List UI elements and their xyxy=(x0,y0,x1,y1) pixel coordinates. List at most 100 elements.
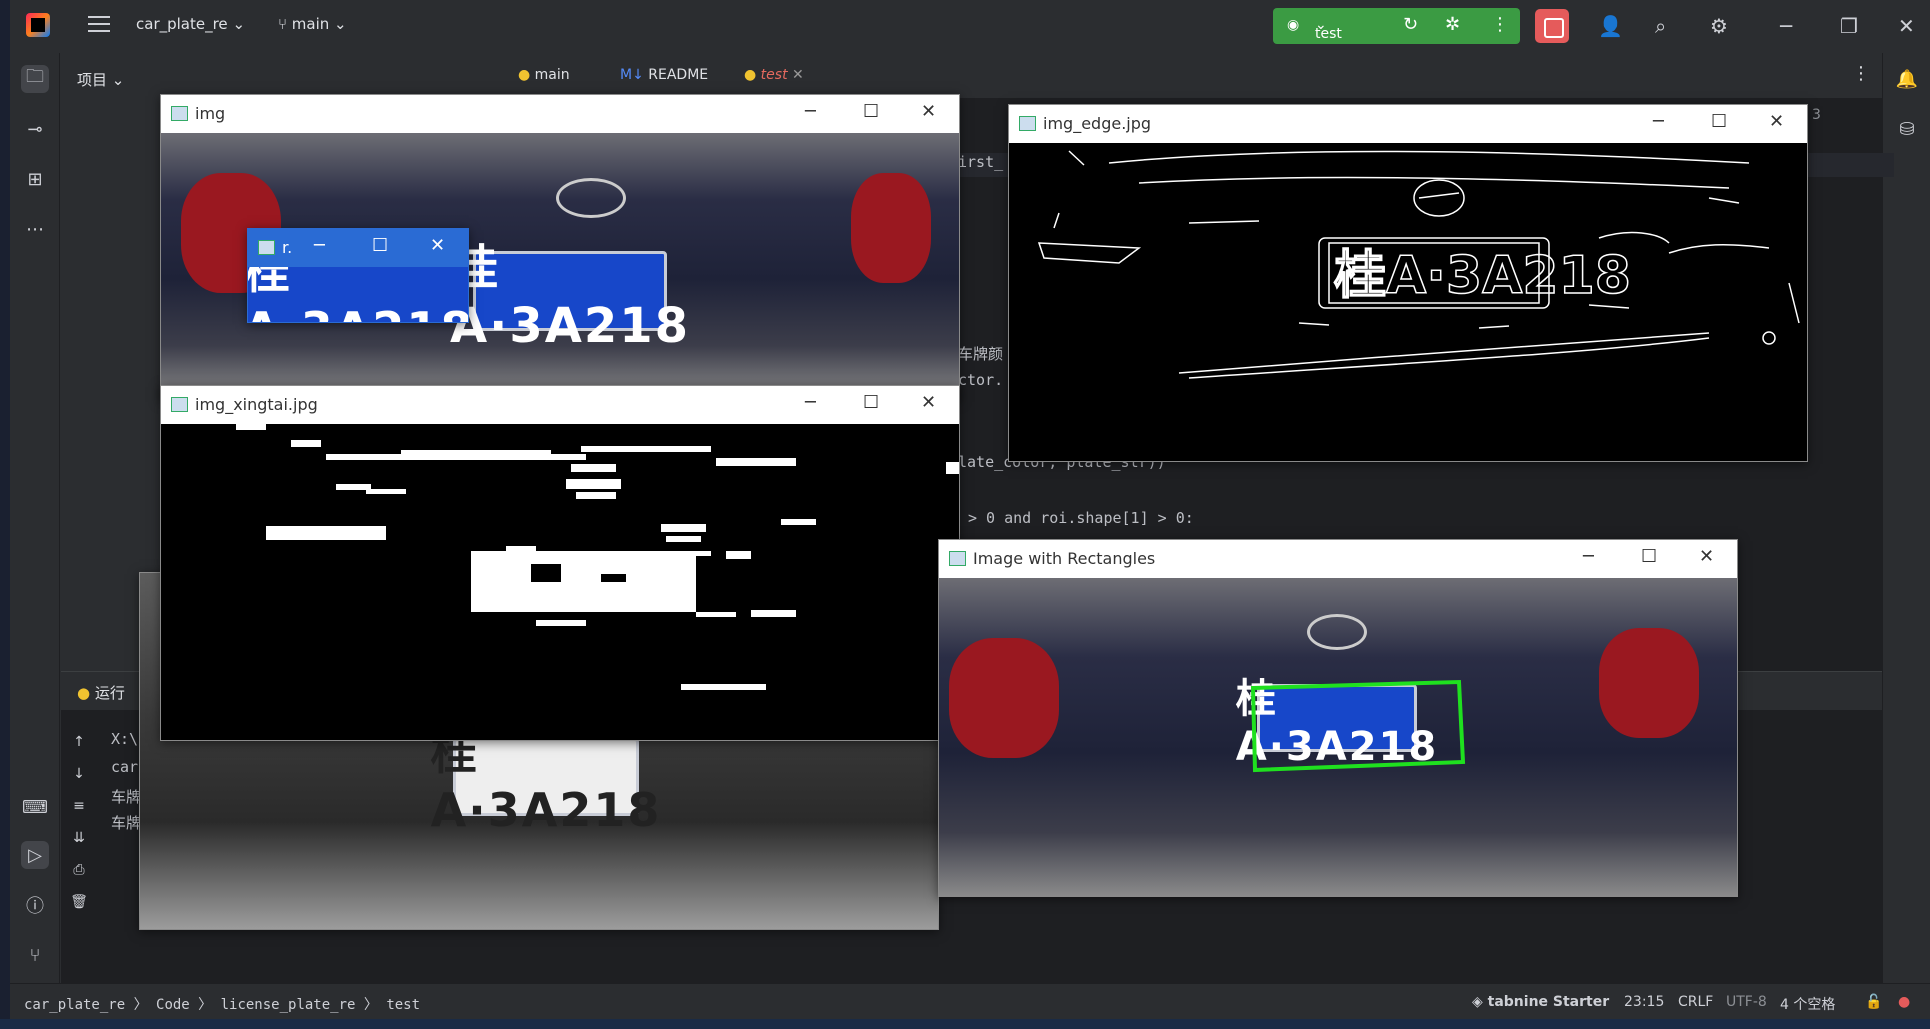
close-icon[interactable]: ✕ xyxy=(921,392,936,413)
minimize-icon[interactable]: ─ xyxy=(805,101,816,122)
minimize-icon[interactable]: ─ xyxy=(1583,546,1594,567)
project-folder-icon[interactable]: 🗀 xyxy=(21,65,49,93)
minimize-icon[interactable]: ─ xyxy=(314,235,325,256)
window-titlebar[interactable]: img_edge.jpg ─ ☐ ✕ xyxy=(1009,105,1807,143)
right-toolbar: 🔔 ⛁ xyxy=(1882,53,1930,983)
breadcrumb-item[interactable]: license_plate_re xyxy=(221,997,356,1013)
git-icon[interactable]: ⑂ xyxy=(21,941,49,969)
soft-wrap-icon[interactable]: ≡ xyxy=(65,792,93,820)
file-encoding[interactable]: UTF-8 xyxy=(1726,994,1767,1010)
main-menu-icon[interactable] xyxy=(88,16,110,34)
license-plate: 桂A·3A218 xyxy=(430,726,662,837)
code-line[interactable]: irst_ xyxy=(958,153,1003,171)
detection-rectangle xyxy=(1250,679,1466,773)
window-titlebar[interactable]: img_xingtai.jpg ─ ☐ ✕ xyxy=(161,386,959,424)
maximize-icon[interactable]: ☐ xyxy=(1711,111,1727,132)
minimize-icon[interactable]: ─ xyxy=(1780,14,1792,38)
run-configuration-bar: ◉ test ⌄ ↻ ✲ ⋮ xyxy=(1273,8,1520,44)
restore-icon[interactable]: ❐ xyxy=(1840,14,1858,38)
run-tool-icon[interactable]: ▷ xyxy=(21,841,49,869)
close-icon[interactable]: ✕ xyxy=(1699,546,1714,567)
minimize-icon[interactable]: ─ xyxy=(1653,111,1664,132)
window-title: img_edge.jpg xyxy=(1043,114,1152,133)
title-bar: car_plate_re ⌄ ⑂ main ⌄ ◉ test ⌄ ↻ ✲ ⋮ 👤… xyxy=(10,0,1930,53)
problems-icon[interactable]: ⓘ xyxy=(21,891,49,919)
code-line[interactable]: ctor. xyxy=(958,371,1003,389)
inspection-counter[interactable]: 3 xyxy=(1812,107,1821,123)
markdown-icon: M↓ xyxy=(620,67,644,83)
window-title: Image with Rectangles xyxy=(973,549,1156,568)
scroll-down-icon[interactable]: ↓ xyxy=(65,760,93,788)
app-icon xyxy=(171,397,188,412)
error-icon[interactable]: ● xyxy=(1898,994,1910,1010)
more-actions-icon[interactable]: ⋮ xyxy=(1491,14,1509,35)
branch-selector[interactable]: ⑂ main ⌄ xyxy=(278,15,347,33)
more-tools-icon[interactable]: ⋯ xyxy=(21,215,49,243)
breadcrumb-item[interactable]: car_plate_re xyxy=(24,997,125,1013)
scroll-up-icon[interactable]: ↑ xyxy=(65,728,93,756)
trash-icon[interactable]: 🗑 xyxy=(65,888,93,916)
indent-setting[interactable]: 4 个空格 xyxy=(1780,994,1835,1014)
commit-icon[interactable]: ⊸ xyxy=(21,115,49,143)
breadcrumb: car_plate_re 〉 Code 〉 license_plate_re 〉… xyxy=(24,997,421,1013)
run-panel-title[interactable]: ● 运行 xyxy=(77,682,125,703)
window-xingtai[interactable]: img_xingtai.jpg ─ ☐ ✕ xyxy=(160,385,960,741)
scroll-end-icon[interactable]: ⇊ xyxy=(65,824,93,852)
settings-icon[interactable]: ⚙ xyxy=(1710,14,1728,38)
edge-lines: 桂A·3A218 xyxy=(1037,150,1800,379)
maximize-icon[interactable]: ☐ xyxy=(863,392,879,413)
python-file-icon: ● xyxy=(518,67,531,83)
window-roi[interactable]: r. ─ ☐ ✕ 桂A·3A218 xyxy=(247,228,469,323)
window-edge[interactable]: img_edge.jpg ─ ☐ ✕ 桂A·3A218 xyxy=(1008,104,1808,462)
window-titlebar[interactable]: img ─ ☐ ✕ xyxy=(161,95,959,133)
console-line: car xyxy=(111,758,139,776)
structure-icon[interactable]: ⊞ xyxy=(21,165,49,193)
project-selector[interactable]: car_plate_re ⌄ xyxy=(136,15,245,33)
taskbar-strip xyxy=(0,1019,1930,1029)
stop-button[interactable] xyxy=(1535,9,1569,43)
maximize-icon[interactable]: ☐ xyxy=(1641,546,1657,567)
project-panel-title[interactable]: 项目 ⌄ xyxy=(77,69,124,90)
close-tab-icon[interactable]: ✕ xyxy=(792,67,804,83)
maximize-icon[interactable]: ☐ xyxy=(863,101,879,122)
morphology-image xyxy=(161,424,959,740)
close-icon[interactable]: ✕ xyxy=(430,235,445,256)
print-icon[interactable]: ⎙ xyxy=(65,856,93,884)
close-icon[interactable]: ✕ xyxy=(1769,111,1784,132)
lock-icon[interactable]: 🔓 xyxy=(1865,994,1882,1010)
cursor-position[interactable]: 23:15 xyxy=(1624,994,1664,1010)
tab-test[interactable]: ● test ✕ xyxy=(744,67,804,83)
tab-options-icon[interactable]: ⋮ xyxy=(1852,63,1870,84)
console-line: 车牌 xyxy=(111,788,142,806)
tab-readme[interactable]: M↓ README xyxy=(620,67,708,83)
license-plate: 桂A·3A218 xyxy=(449,240,691,354)
license-plate: 桂A·3A218 xyxy=(248,267,468,322)
notifications-icon[interactable]: 🔔 xyxy=(1893,65,1921,93)
line-ending[interactable]: CRLF xyxy=(1678,994,1713,1010)
status-bar: car_plate_re 〉 Code 〉 license_plate_re 〉… xyxy=(10,983,1930,1019)
add-user-icon[interactable]: 👤 xyxy=(1598,14,1623,38)
debug-icon[interactable]: ✲ xyxy=(1445,14,1460,35)
pycharm-logo-icon[interactable] xyxy=(26,13,50,37)
database-icon[interactable]: ⛁ xyxy=(1893,115,1921,143)
breadcrumb-item[interactable]: test xyxy=(386,997,420,1013)
close-icon[interactable]: ✕ xyxy=(1898,14,1915,38)
breadcrumb-item[interactable]: Code xyxy=(156,997,190,1013)
rerun-icon[interactable]: ↻ xyxy=(1403,14,1418,35)
window-rectangles[interactable]: Image with Rectangles ─ ☐ ✕ 桂A·3A218 xyxy=(938,539,1738,897)
terminal-icon[interactable]: ⌨ xyxy=(21,793,49,821)
window-titlebar[interactable]: Image with Rectangles ─ ☐ ✕ xyxy=(939,540,1737,578)
code-line[interactable]: 车牌颜 xyxy=(958,343,1003,364)
tab-main[interactable]: ● main xyxy=(518,67,570,83)
app-icon xyxy=(949,551,966,566)
app-icon xyxy=(171,106,188,121)
tabnine-status[interactable]: ◈ tabnine Starter xyxy=(1472,994,1609,1010)
minimize-icon[interactable]: ─ xyxy=(805,392,816,413)
code-line[interactable]: > 0 and roi.shape[1] > 0: xyxy=(968,509,1194,527)
close-icon[interactable]: ✕ xyxy=(921,101,936,122)
run-config-selector[interactable]: test ⌄ xyxy=(1315,17,1342,42)
maximize-icon[interactable]: ☐ xyxy=(372,235,388,256)
search-icon[interactable]: ⌕ xyxy=(1655,14,1666,38)
window-titlebar[interactable]: r. ─ ☐ ✕ xyxy=(248,229,468,267)
left-toolbar: 🗀 ⊸ ⊞ ⋯ ⌨ ▷ ⓘ ⑂ xyxy=(10,53,60,983)
